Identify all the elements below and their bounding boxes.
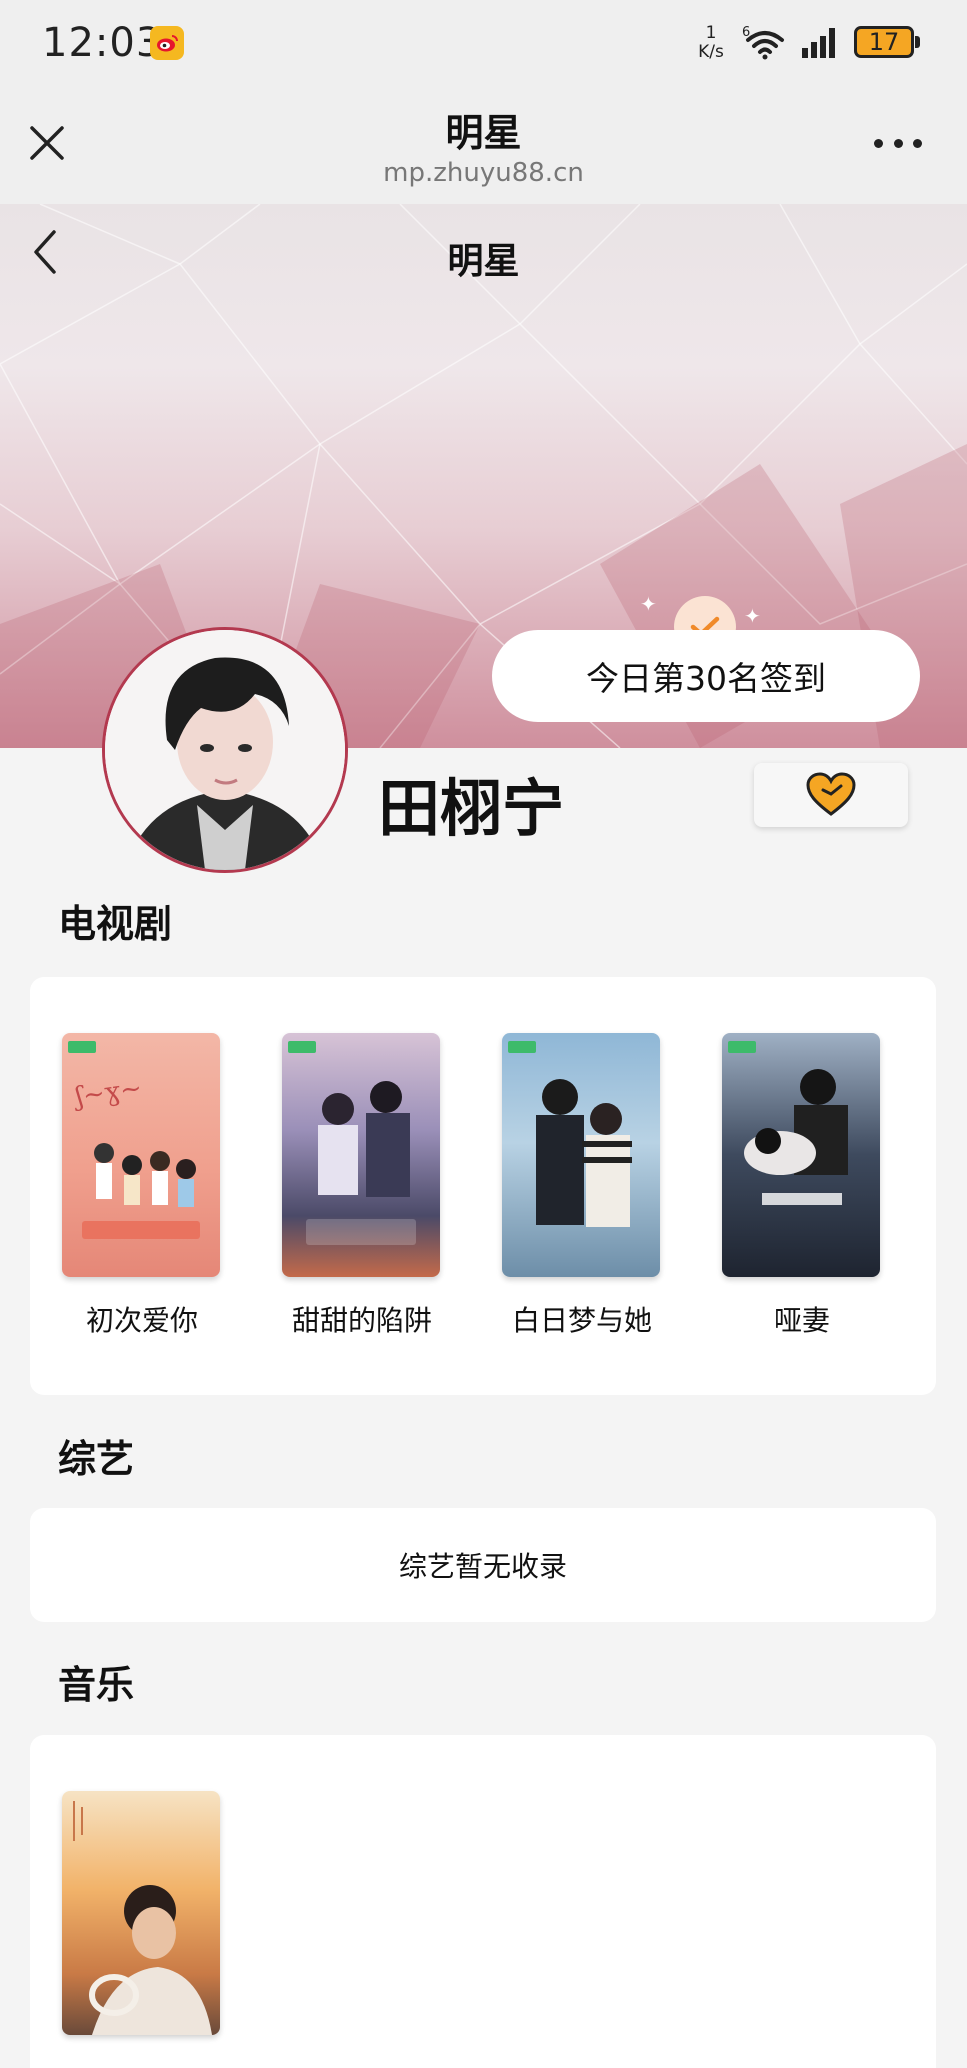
heart-icon [806,772,856,816]
tv-item-label: 初次爱你 [85,1304,198,1337]
tv-item-label: 甜甜的陷阱 [291,1304,432,1337]
tv-item-label: 白日梦与她 [511,1304,652,1337]
poster-image [62,1791,220,2035]
status-bar: 12:03 1 K/s 6 17 [0,0,967,88]
page-title: 明星 [447,241,520,282]
variety-empty-text: 综艺暂无收录 [398,1550,567,1583]
section-title-tv: 电视剧 [58,902,173,946]
sparkle-icon: ✦ [744,604,761,628]
poster-image [722,1033,880,1277]
battery-level: 17 [868,28,900,56]
browser-url: mp.zhuyu88.cn [383,158,584,188]
music-item[interactable] [62,1791,222,2035]
checkin-text: 今日第30名签到 [586,659,826,698]
music-card [30,1735,936,2068]
poster-image: ʃ~ɣ~ [62,1033,220,1277]
tv-item[interactable]: 白日梦与她 [502,1033,662,1339]
network-speed-value: 1 [705,23,717,43]
wifi-icon: 6 [742,24,788,64]
star-name: 田栩宁 [378,772,565,845]
svg-text:ʃ~ɣ~: ʃ~ɣ~ [71,1073,144,1112]
sparkle-icon: ✦ [640,592,657,616]
poster-image [502,1033,660,1277]
section-title-music: 音乐 [58,1663,135,1707]
more-icon [874,138,883,148]
weibo-icon [150,26,184,60]
signal-icon [800,24,842,64]
network-speed: 1 K/s [692,24,730,62]
section-title-variety: 综艺 [58,1437,135,1481]
tv-item[interactable]: ʃ~ɣ~ 初次爱你 [62,1033,222,1339]
follow-button[interactable] [754,763,908,827]
tv-card: ʃ~ɣ~ 初次爱你 甜甜的陷阱 白日梦与她 哑妻 [30,977,936,1395]
network-speed-unit: K/s [698,42,724,62]
tv-item[interactable]: 哑妻 [722,1033,882,1339]
battery-indicator: 17 [854,26,920,58]
tv-item-label: 哑妻 [773,1304,830,1337]
browser-header: 明星 mp.zhuyu88.cn [0,88,967,204]
status-time: 12:03 [42,20,163,66]
avatar [102,627,348,873]
checkin-button[interactable]: 今日第30名签到 [492,630,920,722]
avatar-image [105,630,345,870]
more-button[interactable] [868,128,928,158]
browser-title: 明星 [445,111,522,155]
tv-item[interactable]: 甜甜的陷阱 [282,1033,442,1339]
poster-image [282,1033,440,1277]
variety-card: 综艺暂无收录 [30,1508,936,1622]
